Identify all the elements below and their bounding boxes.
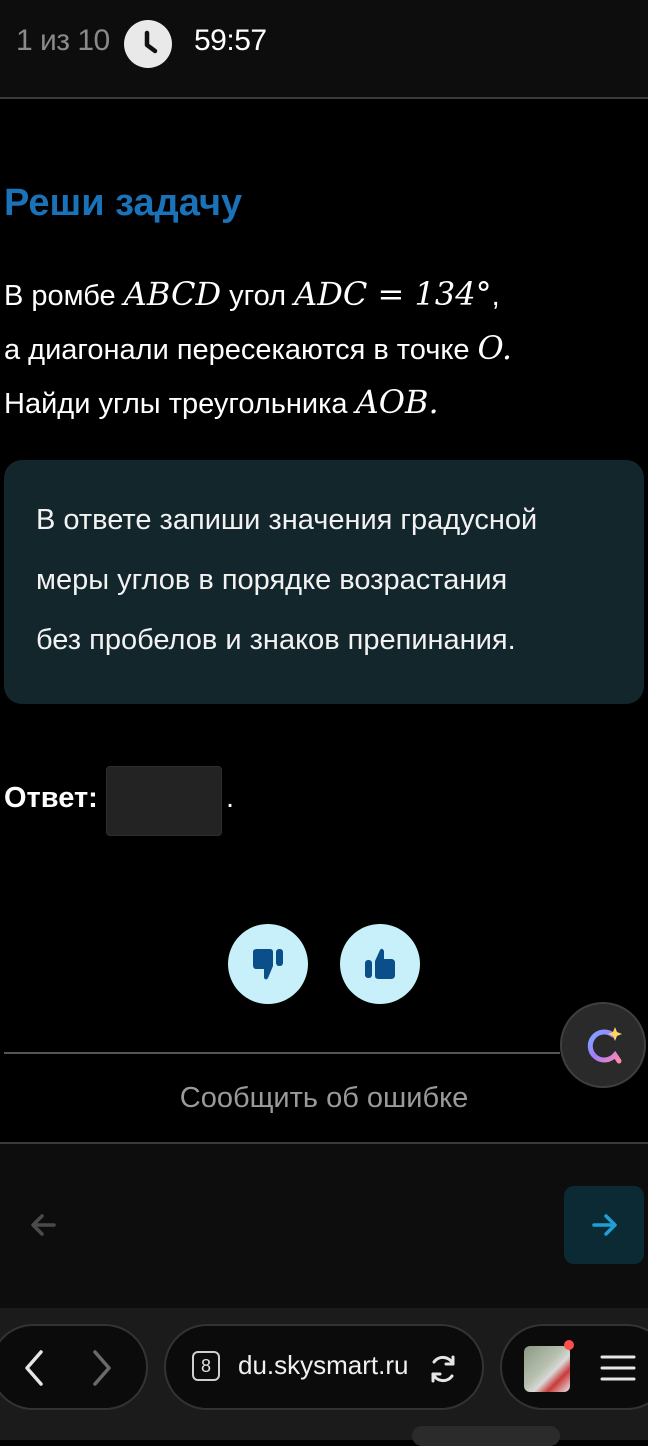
- problem-text-fragment: .: [501, 329, 513, 367]
- notification-dot: [564, 1340, 574, 1350]
- tabs-and-menu: [500, 1324, 648, 1410]
- ai-assistant-button[interactable]: [560, 1002, 646, 1088]
- math-angle-name: ADC: [294, 275, 368, 313]
- clock-icon: [124, 20, 172, 68]
- dislike-button[interactable]: [228, 924, 308, 1004]
- answer-label: Ответ:: [4, 782, 98, 814]
- tab-count-badge[interactable]: 8: [192, 1351, 220, 1381]
- report-error-link[interactable]: Сообщить об ошибке: [0, 1082, 648, 1115]
- next-question-button[interactable]: [564, 1186, 644, 1264]
- problem-text-fragment: ,: [491, 280, 500, 312]
- address-bar[interactable]: 8 du.skysmart.ru: [164, 1324, 484, 1410]
- math-angle-value: 134: [414, 275, 476, 313]
- browser-toolbar: 8 du.skysmart.ru: [0, 1308, 648, 1440]
- math-degree: °: [475, 275, 492, 313]
- thumbs-up-icon: [365, 948, 395, 979]
- answer-input[interactable]: [106, 766, 222, 836]
- math-point-name: O: [477, 329, 502, 367]
- previous-question-button[interactable]: [4, 1186, 84, 1264]
- problem-text: В ромбе ABCD угол ADC = 134°, а диагонал…: [4, 268, 644, 430]
- problem-text-fragment: угол: [221, 280, 295, 312]
- problem-text-fragment: .: [428, 383, 439, 421]
- browser-menu-button[interactable]: [598, 1348, 638, 1388]
- hint-line-2: меры углов в порядке возрастания: [36, 564, 508, 596]
- problem-text-fragment: Найди углы треугольника: [4, 388, 356, 420]
- problem-text-fragment: В ромбе: [4, 280, 124, 312]
- arrow-left-icon: [31, 1214, 56, 1236]
- browser-history-controls: [0, 1324, 148, 1410]
- math-rhombus-name: ABCD: [123, 275, 222, 313]
- divider: [4, 1052, 560, 1054]
- answer-hint-box: В ответе запиши значения градусной меры …: [4, 460, 644, 704]
- thumbs-down-icon: [253, 949, 283, 980]
- url-text[interactable]: du.skysmart.ru: [238, 1350, 409, 1381]
- arrow-right-icon: [592, 1214, 617, 1236]
- question-counter: 1 из 10: [16, 24, 110, 57]
- problem-text-fragment: а диагонали пересекаются в точке: [4, 334, 478, 366]
- math-triangle-name: AOB: [355, 383, 429, 421]
- reload-icon[interactable]: [426, 1352, 460, 1386]
- problem-line-2: а диагонали пересекаются в точке O.: [4, 322, 644, 376]
- top-bar: 1 из 10 59:57: [0, 0, 648, 99]
- answer-suffix: .: [226, 782, 235, 814]
- hint-line-3: без пробелов и знаков препинания.: [36, 624, 516, 656]
- problem-line-1: В ромбе ABCD угол ADC = 134°,: [4, 268, 644, 322]
- browser-back-button[interactable]: [12, 1346, 56, 1390]
- question-navigation: [0, 1144, 648, 1308]
- like-button[interactable]: [340, 924, 420, 1004]
- menu-icon: [600, 1355, 636, 1381]
- home-indicator[interactable]: [412, 1426, 560, 1446]
- math-equals: =: [367, 275, 415, 313]
- ai-assistant-icon: [587, 1027, 622, 1064]
- timer: 59:57: [194, 24, 267, 57]
- task-title: Реши задачу: [4, 182, 243, 224]
- tab-thumbnail[interactable]: [524, 1346, 570, 1392]
- chevron-left-icon: [25, 1350, 43, 1386]
- browser-forward-button[interactable]: [80, 1346, 124, 1390]
- problem-line-3: Найди углы треугольника AOB.: [4, 376, 644, 430]
- chevron-right-icon: [93, 1350, 111, 1386]
- hint-line-1: В ответе запиши значения градусной: [36, 504, 538, 536]
